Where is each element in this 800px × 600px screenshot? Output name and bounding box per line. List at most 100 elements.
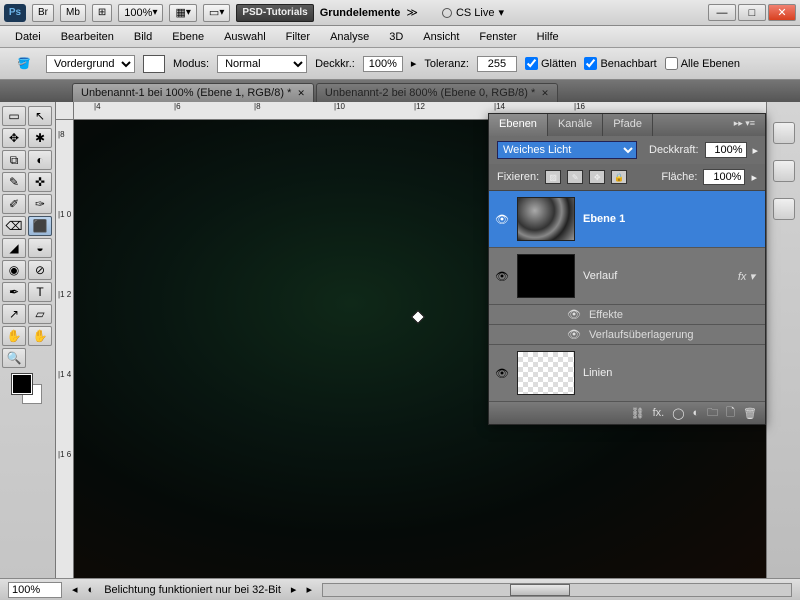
screenmode-button[interactable]: ▭ ▾ [203,4,230,22]
history-brush-tool[interactable]: ✑ [28,194,52,214]
adjustments-panel-icon[interactable] [773,160,795,182]
close-tab-icon[interactable]: ✕ [541,88,549,99]
pattern-swatch[interactable] [143,55,165,73]
menu-analyse[interactable]: Analyse [321,28,378,46]
3d-tool[interactable]: ↗ [2,304,26,324]
fx-badge-icon[interactable]: fx ▾ [738,270,755,283]
menu-datei[interactable]: Datei [6,28,50,46]
hand-tool[interactable]: ✋ [2,326,26,346]
fill-source-select[interactable]: Vordergrund [46,55,135,73]
workspace-label[interactable]: Grundelemente [320,7,401,19]
contiguous-checkbox[interactable] [584,57,597,70]
layer-opacity-input[interactable] [705,142,747,158]
layer-mask-icon[interactable]: ◯ [672,407,684,420]
document-tab-2[interactable]: Unbenannt-2 bei 800% (Ebene 0, RGB/8) *✕ [316,83,558,102]
new-layer-icon[interactable]: 🗋 [726,404,735,423]
menu-ebene[interactable]: Ebene [163,28,213,46]
layer-item[interactable]: 👁 Ebene 1 [489,191,765,248]
horizontal-scrollbar[interactable] [322,583,792,597]
layer-fx-icon[interactable]: fx. [653,407,665,419]
status-next-icon[interactable]: ▸ [291,583,297,596]
layer-thumbnail[interactable] [517,197,575,241]
visibility-toggle-icon[interactable]: 👁 [495,367,509,380]
antialias-checkbox[interactable] [525,57,538,70]
menu-fenster[interactable]: Fenster [470,28,525,46]
all-layers-checkbox[interactable] [665,57,678,70]
delete-layer-icon[interactable]: 🗑 [743,407,757,420]
minibridge-button[interactable]: Mb [60,4,86,22]
link-layers-icon[interactable]: ⛓ [631,407,645,420]
lock-pixels-icon[interactable]: ✎ [567,170,583,184]
layer-effect-item[interactable]: 👁Verlaufsüberlagerung [489,325,765,345]
layer-effects-header[interactable]: 👁Effekte [489,305,765,325]
bridge-button[interactable]: Br [32,4,54,22]
move-tool[interactable]: ↖ [28,106,52,126]
tab-ebenen[interactable]: Ebenen [489,114,548,136]
layer-group-icon[interactable]: 🗀 [707,404,718,423]
lock-all-icon[interactable]: 🔒 [611,170,627,184]
menu-filter[interactable]: Filter [277,28,319,46]
marquee-tool[interactable]: ▭ [2,106,26,126]
status-prev-icon[interactable]: ◂ [72,583,78,596]
maximize-button[interactable]: □ [738,4,766,21]
zoom-tool[interactable]: 🔍 [2,348,26,368]
status-menu-icon[interactable]: ▸ [306,583,312,596]
scrollbar-thumb[interactable] [510,584,570,596]
visibility-toggle-icon[interactable]: 👁 [495,213,509,226]
paint-bucket-tool[interactable]: ⬛ [28,216,52,236]
blur-tool[interactable]: ◢ [2,238,26,258]
menu-bearbeiten[interactable]: Bearbeiten [52,28,123,46]
rotate-view-tool[interactable]: ✋ [28,326,52,346]
eraser-tool[interactable]: ⌫ [2,216,26,236]
layer-name[interactable]: Linien [583,367,759,379]
menu-3d[interactable]: 3D [380,28,412,46]
close-button[interactable]: ✕ [768,4,796,21]
film-button[interactable]: ⊞ [92,4,112,22]
cslive-button[interactable]: CS Live ▾ [442,6,504,19]
menu-bild[interactable]: Bild [125,28,161,46]
fill-flyout-icon[interactable]: ▸ [751,171,757,184]
tolerance-input[interactable] [477,56,517,72]
layer-item[interactable]: 👁 Verlauf fx ▾ [489,248,765,305]
adjustment-layer-icon[interactable]: ◐ [693,407,700,419]
visibility-toggle-icon[interactable]: 👁 [495,270,509,283]
color-swatches[interactable] [12,374,44,406]
healing-tool[interactable]: ✎ [2,172,26,192]
opacity-arrow-icon[interactable]: ▸ [411,57,417,70]
path-select-tool[interactable]: ✒ [2,282,26,302]
document-tab-1[interactable]: Unbenannt-1 bei 100% (Ebene 1, RGB/8) *✕ [72,83,314,102]
workspace-more-icon[interactable]: ≫ [406,6,418,19]
layer-thumbnail[interactable] [517,254,575,298]
type-tool[interactable]: ⊘ [28,260,52,280]
layer-thumbnail[interactable] [517,351,575,395]
minimize-button[interactable]: — [708,4,736,21]
magic-wand-tool[interactable]: ✱ [28,128,52,148]
ruler-origin[interactable] [56,102,74,120]
menu-ansicht[interactable]: Ansicht [414,28,468,46]
layer-fill-input[interactable] [703,169,745,185]
fg-color-swatch[interactable] [12,374,32,394]
panel-menu-icon[interactable]: ▸▸ ▾≡ [724,114,765,136]
blend-mode-select[interactable]: Normal [217,55,307,73]
lock-transparency-icon[interactable]: ▨ [545,170,561,184]
zoom-input[interactable] [8,582,62,598]
brush-tool[interactable]: ✜ [28,172,52,192]
opacity-flyout-icon[interactable]: ▸ [753,144,759,157]
layers-panel-icon[interactable] [773,122,795,144]
eyedropper-tool[interactable]: ◐ [28,150,52,170]
paint-bucket-icon[interactable]: 🪣 [10,53,38,75]
ruler-vertical[interactable]: |8 |1 0 |1 2 |1 4 |1 6 [56,120,74,578]
layer-name[interactable]: Verlauf [583,270,730,282]
masks-panel-icon[interactable] [773,198,795,220]
dodge-tool[interactable]: ◒ [28,238,52,258]
crop-tool[interactable]: ⧉ [2,150,26,170]
stamp-tool[interactable]: ✐ [2,194,26,214]
close-tab-icon[interactable]: ✕ [297,88,305,99]
pen-tool[interactable]: ◉ [2,260,26,280]
layer-name[interactable]: Ebene 1 [583,213,759,225]
shape-tool[interactable]: T [28,282,52,302]
3d-camera-tool[interactable]: ▱ [28,304,52,324]
opacity-input[interactable] [363,56,403,72]
tutorials-button[interactable]: PSD-Tutorials [236,4,313,22]
layer-item[interactable]: 👁 Linien [489,345,765,402]
